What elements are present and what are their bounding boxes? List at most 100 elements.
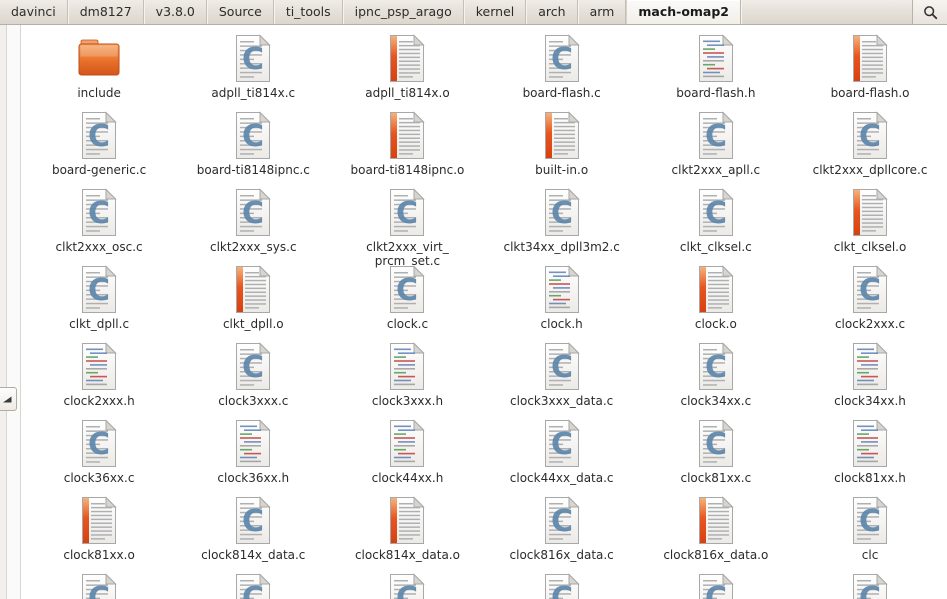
c-source-file-icon: C xyxy=(485,573,639,599)
file-item-clock44xx-data-c[interactable]: Cclock44xx_data.c xyxy=(485,419,639,496)
file-item-empty[interactable]: C xyxy=(793,573,947,599)
breadcrumb-item-ipnc-psp-arago[interactable]: ipnc_psp_arago xyxy=(342,0,464,24)
file-item-label: clkt_clksel.c xyxy=(679,240,752,254)
file-item-clock34xx-h[interactable]: clock34xx.h xyxy=(793,342,947,419)
file-item-board-flash-o[interactable]: board-flash.o xyxy=(793,34,947,111)
file-item-empty[interactable]: C xyxy=(639,573,793,599)
svg-text:C: C xyxy=(88,196,110,231)
file-item-label: clock34xx.c xyxy=(680,394,752,408)
c-source-file-icon: C xyxy=(22,419,176,469)
c-header-file-icon xyxy=(485,265,639,315)
pane-expand-arrow-icon[interactable] xyxy=(0,387,17,411)
sidebar-strip xyxy=(0,25,21,599)
file-item-clock81xx-o[interactable]: clock81xx.o xyxy=(22,496,176,573)
file-item-clock44xx-h[interactable]: clock44xx.h xyxy=(330,419,484,496)
file-item-clkt34xx-dpll3m2-c[interactable]: Cclkt34xx_dpll3m2.c xyxy=(485,188,639,265)
breadcrumb-item-arm[interactable]: arm xyxy=(577,0,627,24)
file-item-clock2xxx-c[interactable]: Cclock2xxx.c xyxy=(793,265,947,342)
svg-text:C: C xyxy=(242,504,264,539)
breadcrumb-item-source[interactable]: Source xyxy=(206,0,274,24)
file-item-clkt2xxx-sys-c[interactable]: Cclkt2xxx_sys.c xyxy=(176,188,330,265)
file-item-label: clock34xx.h xyxy=(834,394,906,408)
file-item-clock81xx-h[interactable]: clock81xx.h xyxy=(793,419,947,496)
file-item-include[interactable]: include xyxy=(22,34,176,111)
file-grid-row: clock81xx.o Cclock814x_data.c clock814x_da… xyxy=(22,496,947,573)
breadcrumb-item-mach-omap2[interactable]: mach-omap2 xyxy=(626,0,742,24)
object-file-icon xyxy=(330,111,484,161)
file-item-clock34xx-c[interactable]: Cclock34xx.c xyxy=(639,342,793,419)
c-source-file-icon: C xyxy=(639,188,793,238)
file-item-clock81xx-c[interactable]: Cclock81xx.c xyxy=(639,419,793,496)
svg-text:C: C xyxy=(859,119,881,154)
file-item-adpll-ti814x-c[interactable]: Cadpll_ti814x.c xyxy=(176,34,330,111)
file-item-clock-o[interactable]: clock.o xyxy=(639,265,793,342)
file-grid-row: Cboard-generic.c Cboard-ti8148ipnc.c board… xyxy=(22,111,947,188)
c-source-file-icon: C xyxy=(176,342,330,392)
breadcrumb-item-kernel[interactable]: kernel xyxy=(463,0,527,24)
object-file-icon xyxy=(639,265,793,315)
breadcrumb-item-ti-tools[interactable]: ti_tools xyxy=(273,0,343,24)
svg-text:C: C xyxy=(705,427,727,462)
svg-text:C: C xyxy=(705,119,727,154)
file-item-clock814x-data-o[interactable]: clock814x_data.o xyxy=(330,496,484,573)
file-item-clock36xx-h[interactable]: clock36xx.h xyxy=(176,419,330,496)
file-item-label: clkt_clksel.o xyxy=(833,240,907,254)
file-item-clkt-dpll-c[interactable]: Cclkt_dpll.c xyxy=(22,265,176,342)
c-source-file-icon: C xyxy=(485,419,639,469)
c-header-file-icon xyxy=(639,34,793,84)
file-grid-row: clock2xxx.h Cclock3xxx.c clock3xxx.h Cclock… xyxy=(22,342,947,419)
svg-text:C: C xyxy=(396,273,418,308)
file-item-empty[interactable]: C xyxy=(330,573,484,599)
file-item-clock-c[interactable]: Cclock.c xyxy=(330,265,484,342)
file-item-board-ti8148ipnc-o[interactable]: board-ti8148ipnc.o xyxy=(330,111,484,188)
breadcrumb-item-v3-8-0[interactable]: v3.8.0 xyxy=(143,0,207,24)
file-item-board-ti8148ipnc-c[interactable]: Cboard-ti8148ipnc.c xyxy=(176,111,330,188)
file-item-clock3xxx-c[interactable]: Cclock3xxx.c xyxy=(176,342,330,419)
file-item-board-flash-c[interactable]: Cboard-flash.c xyxy=(485,34,639,111)
file-item-label: clock36xx.h xyxy=(217,471,290,485)
svg-text:C: C xyxy=(859,581,881,599)
file-item-clock814x-data-c[interactable]: Cclock814x_data.c xyxy=(176,496,330,573)
file-icon-view[interactable]: include Cadpll_ti814x.c adpll_ti814x.o Cboa… xyxy=(22,26,947,599)
file-item-clkt-clksel-o[interactable]: clkt_clksel.o xyxy=(793,188,947,265)
svg-text:C: C xyxy=(705,196,727,231)
file-item-label: clock816x_data.o xyxy=(663,548,769,562)
file-item-adpll-ti814x-o[interactable]: adpll_ti814x.o xyxy=(330,34,484,111)
c-source-file-icon: C xyxy=(176,188,330,238)
file-item-clkt2xxx-virt-prcm-set-c[interactable]: Cclkt2xxx_virt_ prcm_set.c xyxy=(330,188,484,267)
breadcrumb-item-arch[interactable]: arch xyxy=(526,0,578,24)
file-item-clock816x-data-o[interactable]: clock816x_data.o xyxy=(639,496,793,573)
file-item-board-generic-c[interactable]: Cboard-generic.c xyxy=(22,111,176,188)
file-item-clkt2xxx-apll-c[interactable]: Cclkt2xxx_apll.c xyxy=(639,111,793,188)
search-icon[interactable] xyxy=(912,0,947,24)
svg-text:C: C xyxy=(242,42,264,77)
file-item-clkt2xxx-dpllcore-c[interactable]: Cclkt2xxx_dpllcore.c xyxy=(793,111,947,188)
file-item-label: clock81xx.h xyxy=(834,471,906,485)
file-item-clkt2xxx-osc-c[interactable]: Cclkt2xxx_osc.c xyxy=(22,188,176,265)
breadcrumb-item-dm8127[interactable]: dm8127 xyxy=(67,0,144,24)
file-item-clkt-clksel-c[interactable]: Cclkt_clksel.c xyxy=(639,188,793,265)
sidebar-inner-panel xyxy=(6,25,21,599)
file-item-clock3xxx-h[interactable]: clock3xxx.h xyxy=(330,342,484,419)
file-item-empty[interactable]: C xyxy=(176,573,330,599)
breadcrumb-spacer xyxy=(741,0,912,24)
file-item-clock816x-data-c[interactable]: Cclock816x_data.c xyxy=(485,496,639,573)
file-item-clock-h[interactable]: clock.h xyxy=(485,265,639,342)
breadcrumb-item-davinci[interactable]: davinci xyxy=(0,0,68,24)
svg-text:C: C xyxy=(242,350,264,385)
c-header-file-icon xyxy=(176,419,330,469)
file-item-clc[interactable]: Cclc xyxy=(793,496,947,573)
file-item-clock36xx-c[interactable]: Cclock36xx.c xyxy=(22,419,176,496)
file-item-empty[interactable]: C xyxy=(22,573,176,599)
file-item-clkt-dpll-o[interactable]: clkt_dpll.o xyxy=(176,265,330,342)
file-item-empty[interactable]: C xyxy=(485,573,639,599)
file-item-clock3xxx-data-c[interactable]: Cclock3xxx_data.c xyxy=(485,342,639,419)
file-item-clock2xxx-h[interactable]: clock2xxx.h xyxy=(22,342,176,419)
c-header-file-icon xyxy=(793,342,947,392)
folder-icon xyxy=(22,34,176,84)
file-item-label: include xyxy=(77,86,121,100)
file-item-board-flash-h[interactable]: board-flash.h xyxy=(639,34,793,111)
file-item-label: clock816x_data.c xyxy=(509,548,614,562)
svg-text:C: C xyxy=(551,350,573,385)
file-item-built-in-o[interactable]: built-in.o xyxy=(485,111,639,188)
